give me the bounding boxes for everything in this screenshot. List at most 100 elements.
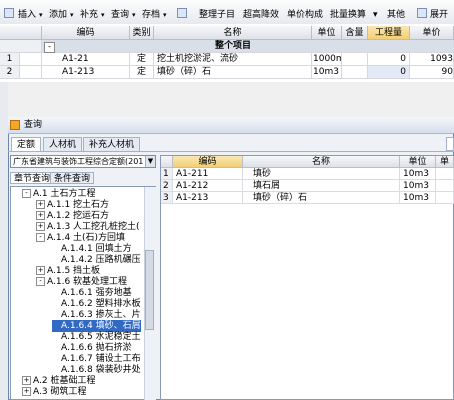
tree-scrollbar-thumb[interactable] — [145, 250, 154, 330]
result-cell-code[interactable]: A1-212 — [173, 180, 243, 192]
result-cell-code[interactable]: A1-211 — [173, 168, 243, 180]
tab-labor-material[interactable]: 人材机 — [43, 137, 83, 151]
tree-node[interactable]: + A.3 砌筑工程 — [22, 386, 86, 398]
unit-price-button[interactable]: 单价构成 — [287, 9, 323, 22]
add-button[interactable]: 添加 — [49, 9, 67, 22]
table-cell-name[interactable]: 挖土机挖淤泥、流砂 — [154, 53, 312, 66]
tab-supplement-material[interactable]: 补充人材机 — [83, 137, 141, 151]
tree-node-label: A.1.6.3 掺灰土、片 — [61, 310, 141, 320]
result-col-code[interactable]: 编码 — [173, 156, 243, 168]
insert-button[interactable]: 插入 — [18, 9, 36, 22]
collapse-toggle[interactable]: - — [44, 42, 55, 53]
dialog-titlebar[interactable] — [8, 117, 454, 134]
quota-library-select[interactable]: 广东省建筑与装饰工程综合定额(201 — [10, 155, 156, 168]
toolbar: 插入 ▾ 添加 ▾ 补充 ▾ 查询 ▾ 存档 ▾ 整理子目 超高降效 单价构成 … — [0, 0, 454, 25]
row-header — [0, 40, 42, 53]
result-cell-code[interactable]: A1-213 — [173, 192, 243, 204]
tree-node-label: A.2 桩基础工程 — [33, 376, 96, 386]
row-number: 1 — [0, 53, 20, 66]
result-grid-corner — [161, 156, 173, 168]
other-button[interactable]: 其他 — [387, 9, 405, 22]
tree-node-label: A.1 土石方工程 — [33, 189, 96, 199]
chevron-down-icon: ▾ — [39, 11, 43, 19]
left-panel-strip — [0, 82, 8, 400]
tree-node-label: A.3 砌筑工程 — [33, 387, 87, 397]
result-col-price[interactable]: 单 — [436, 156, 454, 168]
chevron-down-icon: ▾ — [70, 11, 74, 19]
expand-icon[interactable]: + — [36, 266, 45, 275]
result-cell-name[interactable]: 填石屑 — [243, 180, 400, 192]
result-row-number: 1 — [161, 168, 173, 180]
organize-subitems-button[interactable]: 整理子目 — [199, 9, 235, 22]
result-cell-unit[interactable]: 10m3 — [400, 168, 436, 180]
row-indicator — [20, 66, 42, 79]
result-cell-unit[interactable]: 10m3 — [400, 180, 436, 192]
tab-quota[interactable]: 定额 — [11, 137, 42, 151]
result-cell-price[interactable] — [436, 168, 454, 180]
supplement-button[interactable]: 补充 — [80, 9, 98, 22]
table-cell-unit[interactable]: 1000m3 — [312, 53, 342, 66]
app-menu-icon[interactable] — [4, 8, 14, 18]
result-cell-name[interactable]: 填砂 — [243, 168, 400, 180]
tree-node-label: A.1.6.4 填砂、石屑 — [61, 321, 141, 331]
col-type[interactable]: 类别 — [130, 26, 154, 40]
table-cell-name[interactable]: 填砂（碎）石 — [154, 66, 312, 79]
group-label: 整个项目 — [214, 41, 251, 51]
table-tool-icon[interactable] — [177, 8, 187, 18]
table-cell-code[interactable]: A1-213 — [42, 66, 130, 79]
table-cell-unit[interactable]: 10m3 — [312, 66, 342, 79]
result-cell-price[interactable] — [436, 192, 454, 204]
expand-icon[interactable]: + — [22, 387, 31, 396]
result-cell-name[interactable]: 填砂（碎）石 — [243, 192, 400, 204]
chevron-down-icon: ▾ — [132, 11, 136, 19]
col-unit[interactable]: 单位 — [312, 26, 342, 40]
table-cell-content[interactable] — [342, 53, 368, 66]
collapse-icon[interactable]: - — [36, 233, 45, 242]
batch-convert-button[interactable]: 批量换算 — [330, 9, 366, 22]
table-cell-code[interactable]: A1-21 — [42, 53, 130, 66]
expand-icon[interactable]: + — [36, 200, 45, 209]
tree-node-label: A.1.5 挡土板 — [47, 266, 101, 276]
table-cell-type[interactable]: 定 — [130, 66, 154, 79]
table-cell-content[interactable] — [342, 66, 368, 79]
tree-node-label: A.1.6.1 强夯地基 — [61, 288, 132, 298]
super-high-button[interactable]: 超高降效 — [243, 9, 279, 22]
table-cell-price[interactable]: 1093 — [410, 53, 454, 66]
result-row-number: 2 — [161, 180, 173, 192]
result-cell-price[interactable] — [436, 180, 454, 192]
expand-icon[interactable]: + — [36, 211, 45, 220]
grid-corner — [0, 26, 42, 40]
row-indicator — [20, 53, 42, 66]
archive-button[interactable]: 存档 — [142, 9, 160, 22]
row-number: 2 — [0, 66, 20, 79]
table-cell-quantity[interactable]: 0 — [368, 66, 410, 79]
collapse-icon[interactable]: - — [36, 277, 45, 286]
col-quantity[interactable]: 工程量 — [368, 26, 410, 40]
tree-node-label: A.1.2 挖运石方 — [47, 211, 110, 221]
chevron-down-icon: ▾ — [163, 11, 167, 19]
tab-condition-query[interactable]: 条件查询 — [50, 172, 95, 184]
expand-icon[interactable]: + — [22, 376, 31, 385]
tab-chapter-query[interactable]: 章节查询 — [10, 172, 55, 184]
expand-icon[interactable]: + — [36, 222, 45, 231]
col-code[interactable]: 编码 — [42, 26, 130, 40]
tab-divider — [8, 151, 454, 152]
table-cell-price[interactable]: 90 — [410, 66, 454, 79]
expand-button[interactable]: 展开 — [430, 9, 448, 22]
tree-node-label: A.1.6.8 袋装砂井处 — [61, 365, 141, 375]
dialog-side-button[interactable] — [446, 137, 454, 151]
result-col-unit[interactable]: 单位 — [400, 156, 436, 168]
tree-node-label: A.1.6.5 水泥稳定土 — [61, 332, 141, 342]
collapse-icon[interactable]: - — [22, 189, 31, 198]
col-name[interactable]: 名称 — [154, 26, 312, 40]
result-col-name[interactable]: 名称 — [243, 156, 400, 168]
tree-node-label: A.1.4.2 压路机碾压 — [61, 255, 141, 265]
query-button[interactable]: 查询 — [111, 9, 129, 22]
table-cell-quantity[interactable]: 0 — [368, 53, 410, 66]
col-price[interactable]: 单价 — [410, 26, 454, 40]
table-cell-type[interactable]: 定 — [130, 53, 154, 66]
col-content[interactable]: 含量 — [342, 26, 368, 40]
chevron-down-icon[interactable]: ▼ — [145, 156, 155, 167]
result-cell-unit[interactable]: 10m3 — [400, 192, 436, 204]
expand-icon — [417, 8, 427, 18]
